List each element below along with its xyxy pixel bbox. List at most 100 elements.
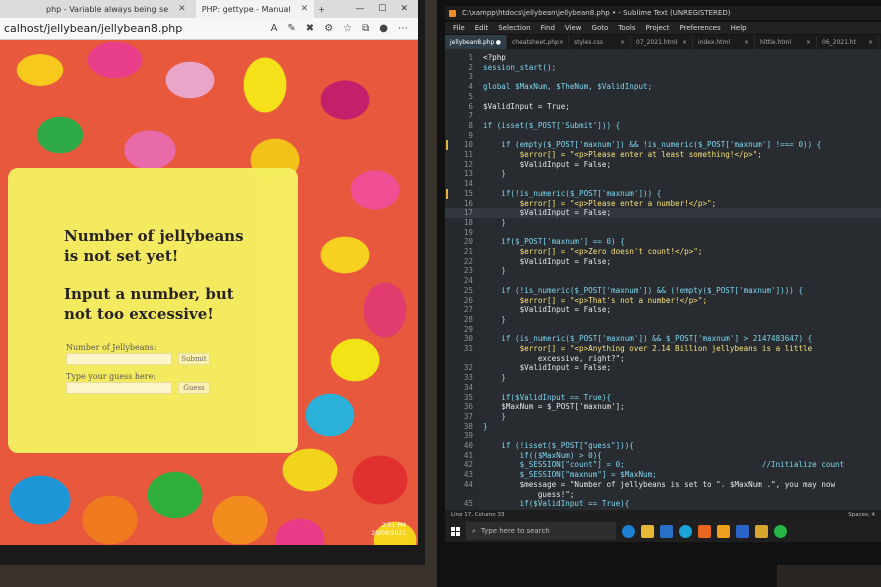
close-icon[interactable]: × <box>559 39 564 46</box>
favorites-icon[interactable]: ☆ <box>343 23 352 34</box>
code-line[interactable]: 11 $error[] = "<p>Please enter at least … <box>445 150 881 160</box>
indentation-setting[interactable]: Spaces: 4 <box>848 512 875 518</box>
code-line[interactable]: 42 $_SESSION["count"] = 0; //Initialize … <box>445 460 881 470</box>
menu-item-view[interactable]: View <box>565 24 582 32</box>
code-line[interactable]: excessive, right?"; <box>445 354 881 364</box>
code-line[interactable]: 36 $MaxNum = $_POST['maxnum']; <box>445 402 881 412</box>
skype-icon[interactable] <box>679 524 692 538</box>
system-clock[interactable]: 2:51 PM 20/08/2021 <box>371 522 406 538</box>
code-line[interactable]: 21 $error[] = "<p>Zero doesn't count!</p… <box>445 247 881 257</box>
close-icon[interactable]: × <box>744 39 749 46</box>
close-icon[interactable]: × <box>620 39 625 46</box>
code-line[interactable]: 37 } <box>445 412 881 422</box>
code-line[interactable]: 27 $ValidInput = False; <box>445 305 881 315</box>
editor-tab[interactable]: cheatsheet.php × <box>507 35 569 49</box>
close-icon[interactable]: ✕ <box>400 4 408 14</box>
settings-icon[interactable]: ⚙ <box>324 23 333 34</box>
menu-item-file[interactable]: File <box>453 24 465 32</box>
code-line[interactable]: 38} <box>445 422 881 432</box>
menu-item-goto[interactable]: Goto <box>592 24 609 32</box>
tab-php-manual[interactable]: PHP: gettype - Manual ✕ <box>195 0 315 18</box>
code-line[interactable]: 28 } <box>445 315 881 325</box>
code-line[interactable]: 44 $message = "Number of jellybeans is s… <box>445 480 881 490</box>
code-line[interactable]: 40 if (!isset($_POST["guess"])){ <box>445 441 881 451</box>
menu-item-selection[interactable]: Selection <box>498 24 530 32</box>
code-line[interactable]: 41 if(($MaxNum) > 0){ <box>445 451 881 461</box>
menu-item-tools[interactable]: Tools <box>618 24 635 32</box>
code-line[interactable]: 16 $error[] = "<p>Please enter a number!… <box>445 199 881 209</box>
collections-icon[interactable]: ⧉ <box>362 23 369 34</box>
code-line[interactable]: 31 $error[] = "<p>Anything over 2.14 Bil… <box>445 344 881 354</box>
close-icon[interactable]: × <box>868 39 873 46</box>
code-line[interactable]: 15 if(!is_numeric($_POST['maxnum'])) { <box>445 188 881 199</box>
code-line[interactable]: 39 <box>445 431 881 441</box>
code-line[interactable]: 7 <box>445 111 881 121</box>
code-line[interactable]: 20 if($_POST['maxnum'] == 0) { <box>445 237 881 247</box>
editor-tab[interactable]: index.html × <box>693 35 755 49</box>
code-line[interactable]: 8 if (isset($_POST['Submit'])) { <box>445 121 881 131</box>
sublime-icon[interactable] <box>755 524 768 538</box>
editor-tab[interactable]: hlttle.html × <box>755 35 817 49</box>
code-line[interactable]: 10 if (empty($_POST['maxnum']) && !is_nu… <box>445 140 881 151</box>
spotify-icon[interactable] <box>774 524 787 538</box>
menu-item-help[interactable]: Help <box>731 24 747 32</box>
word-icon[interactable] <box>736 524 749 538</box>
guess-button[interactable]: Guess <box>178 382 210 394</box>
code-line[interactable]: 22 $ValidInput = False; <box>445 257 881 267</box>
more-icon[interactable]: ⋯ <box>398 23 408 34</box>
office-icon[interactable] <box>698 524 711 538</box>
code-line[interactable]: 35 if($ValidInput == True){ <box>445 393 881 403</box>
close-icon[interactable]: ✕ <box>178 4 186 14</box>
code-line[interactable]: 6 $ValidInput = True; <box>445 102 881 112</box>
taskbar-search[interactable]: ⌕ Type here to search <box>466 522 616 540</box>
pen-icon[interactable]: ✎ <box>287 23 295 34</box>
editor-tab[interactable]: jellybean8.php ● <box>445 35 507 49</box>
code-line[interactable]: 13 } <box>445 169 881 179</box>
code-line[interactable]: 26 $error[] = "<p>That's not a number!</… <box>445 296 881 306</box>
tab-stackoverflow[interactable]: php - Variable always being se ✕ <box>40 0 192 18</box>
editor-tab[interactable]: 07_2021.html × <box>631 35 693 49</box>
code-line[interactable]: 4 global $MaxNum, $TheNum, $ValidInput; <box>445 82 881 92</box>
menu-item-preferences[interactable]: Preferences <box>679 24 720 32</box>
close-icon[interactable]: × <box>806 39 811 46</box>
submit-button[interactable]: Submit <box>178 353 210 365</box>
code-line[interactable]: 33 } <box>445 373 881 383</box>
code-line[interactable]: guess!"; <box>445 490 881 500</box>
menu-item-find[interactable]: Find <box>541 24 555 32</box>
code-line[interactable]: 18 } <box>445 218 881 228</box>
editor-tab[interactable]: 06_2021.ht × <box>817 35 879 49</box>
code-line[interactable]: 45 if($ValidInput == True){ <box>445 499 881 509</box>
code-line[interactable]: 29 <box>445 325 881 335</box>
code-line[interactable]: 43 $_SESSION["maxnum"] = $MaxNum; <box>445 470 881 480</box>
avatar[interactable]: ● <box>379 23 388 34</box>
code-line[interactable]: 19 <box>445 228 881 238</box>
code-line[interactable]: 25 if (!is_numeric($_POST['maxnum']) && … <box>445 286 881 296</box>
code-line[interactable]: 23 } <box>445 266 881 276</box>
maxnum-input[interactable] <box>66 353 172 365</box>
code-line[interactable]: 17 $ValidInput = False; <box>445 208 881 219</box>
extension-icon[interactable]: ✖ <box>306 23 314 34</box>
close-icon[interactable]: × <box>682 39 687 46</box>
code-line[interactable]: 9 <box>445 131 881 141</box>
code-line[interactable]: 12 $ValidInput = False; <box>445 160 881 170</box>
mail-icon[interactable] <box>660 524 673 538</box>
xampp-icon[interactable] <box>717 524 730 538</box>
edge-icon[interactable] <box>622 524 635 538</box>
code-line[interactable]: 3 <box>445 72 881 82</box>
editor-tab[interactable]: styles.css × <box>569 35 631 49</box>
code-editor[interactable]: 1 <?php 2 session_start(); 3 4 global $MaxNum,… <box>445 49 881 510</box>
unsaved-dot-icon[interactable]: ● <box>496 39 501 46</box>
code-line[interactable]: 14 <box>445 179 881 189</box>
menu-item-edit[interactable]: Edit <box>475 24 489 32</box>
code-line[interactable]: 24 <box>445 276 881 286</box>
close-icon[interactable]: ✕ <box>301 4 309 14</box>
file-explorer-icon[interactable] <box>641 524 654 538</box>
minimize-icon[interactable]: — <box>355 4 364 14</box>
code-line[interactable]: 32 $ValidInput = False; <box>445 363 881 373</box>
code-line[interactable]: 30 if (is_numeric($_POST['maxnum']) && $… <box>445 334 881 344</box>
new-tab-button[interactable]: + <box>318 5 325 14</box>
read-aloud-icon[interactable]: A <box>271 23 278 34</box>
guess-input[interactable] <box>66 382 172 394</box>
code-line[interactable]: 34 <box>445 383 881 393</box>
code-line[interactable]: 2 session_start(); <box>445 63 881 73</box>
